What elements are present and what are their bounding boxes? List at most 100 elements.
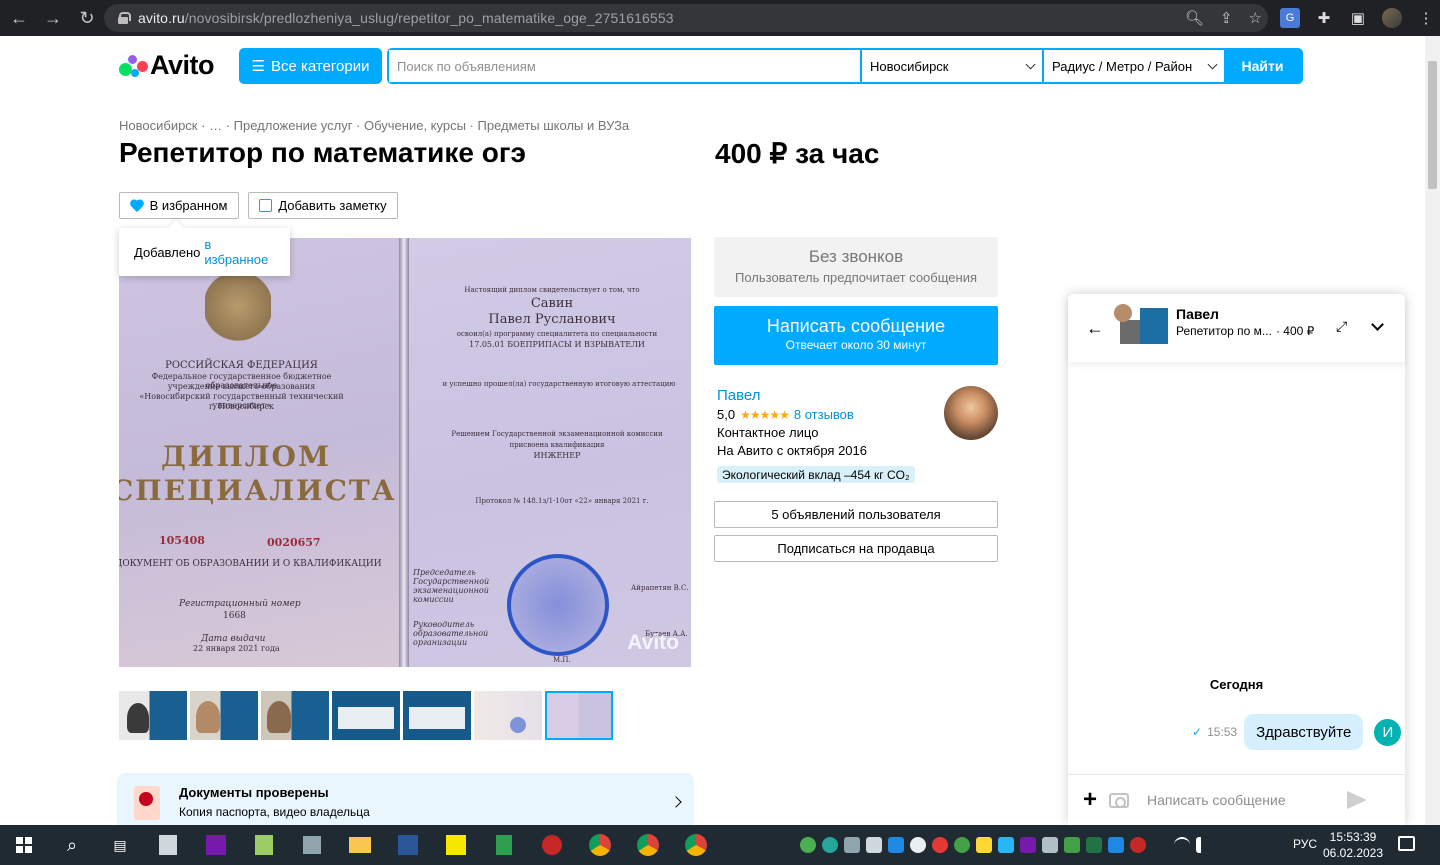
tray-icon[interactable] bbox=[998, 837, 1014, 853]
rating-value: 5,0 bbox=[717, 407, 736, 422]
folder-icon[interactable] bbox=[343, 828, 377, 862]
write-message-button[interactable]: Написать сообщение Отвечает около 30 мин… bbox=[714, 306, 998, 365]
sheets-icon[interactable] bbox=[487, 828, 521, 862]
chrome-icon[interactable] bbox=[679, 828, 713, 862]
message-input[interactable]: Написать сообщение bbox=[1147, 792, 1347, 808]
tray-icon[interactable] bbox=[932, 837, 948, 853]
chrome-icon[interactable] bbox=[631, 828, 665, 862]
avito-logo-dots bbox=[118, 53, 148, 79]
address-bar[interactable]: avito.ru/novosibirsk/predlozheniya_uslug… bbox=[104, 4, 1268, 32]
add-note-button[interactable]: Добавить заметку bbox=[248, 192, 398, 219]
reload-icon[interactable]: ↻ bbox=[72, 3, 102, 33]
seller-name-link[interactable]: Павел bbox=[717, 387, 761, 404]
onenote-icon[interactable] bbox=[199, 828, 233, 862]
thumbnail[interactable] bbox=[119, 691, 187, 740]
chrome-icon[interactable] bbox=[583, 828, 617, 862]
bookmark-star-icon[interactable]: ☆ bbox=[1249, 9, 1262, 27]
extensions-puzzle-icon[interactable]: ✚ bbox=[1314, 8, 1334, 28]
tray-icon[interactable] bbox=[888, 837, 904, 853]
thumbnail[interactable] bbox=[190, 691, 258, 740]
back-arrow-icon[interactable]: ← bbox=[4, 3, 34, 33]
subscribe-seller-button[interactable]: Подписаться на продавца bbox=[714, 535, 998, 562]
app-red-icon[interactable] bbox=[535, 828, 569, 862]
avito-logo[interactable]: Avito bbox=[118, 50, 215, 81]
notifications-icon[interactable] bbox=[1398, 836, 1415, 851]
sticky-notes-icon[interactable] bbox=[439, 828, 473, 862]
favorite-button[interactable]: В избранном bbox=[119, 192, 239, 219]
tray-icon[interactable] bbox=[844, 837, 860, 853]
forward-arrow-icon[interactable]: → bbox=[38, 3, 68, 33]
listing-main-photo[interactable]: РОССИЙСКАЯ ФЕДЕРАЦИЯ Федеральное государ… bbox=[119, 238, 691, 667]
plus-icon[interactable]: + bbox=[1083, 786, 1097, 814]
breadcrumb-item[interactable]: … bbox=[209, 118, 222, 133]
volume-icon[interactable] bbox=[1196, 837, 1212, 853]
language-indicator[interactable]: РУС bbox=[1293, 837, 1317, 851]
chevron-down-icon bbox=[1025, 59, 1036, 69]
side-panel-icon[interactable]: ▣ bbox=[1348, 8, 1368, 28]
find-button[interactable]: Найти bbox=[1224, 50, 1301, 82]
thumbnail[interactable] bbox=[403, 691, 471, 740]
send-icon[interactable] bbox=[1347, 791, 1368, 809]
wifi-icon[interactable] bbox=[1174, 837, 1190, 853]
radius-select[interactable]: Радиус / Метро / Район bbox=[1044, 50, 1224, 82]
windows-start-icon[interactable] bbox=[7, 828, 41, 862]
word-icon[interactable] bbox=[391, 828, 425, 862]
city-select[interactable]: Новосибирск bbox=[862, 50, 1044, 82]
app-icon[interactable] bbox=[295, 828, 329, 862]
breadcrumb-item[interactable]: Предложение услуг bbox=[234, 118, 353, 133]
chevron-down-icon bbox=[1207, 59, 1218, 69]
notepad-icon[interactable] bbox=[247, 828, 281, 862]
all-categories-label: Все категории bbox=[270, 57, 370, 75]
tray-icon[interactable] bbox=[1086, 837, 1102, 853]
clock-time: 15:53:39 bbox=[1329, 830, 1377, 844]
chevron-down-icon[interactable] bbox=[1371, 318, 1384, 331]
task-view-icon[interactable]: ▤ bbox=[103, 828, 137, 862]
tray-icon[interactable] bbox=[1064, 837, 1080, 853]
chevron-up-icon[interactable] bbox=[1152, 837, 1168, 853]
tray-icon[interactable] bbox=[1108, 837, 1124, 853]
menu-kebab-icon[interactable]: ⋮ bbox=[1416, 8, 1436, 28]
seller-ads-button[interactable]: 5 объявлений пользователя bbox=[714, 501, 998, 528]
photo-text: г. Новосибирск bbox=[209, 402, 274, 411]
thumbnail[interactable] bbox=[261, 691, 329, 740]
expand-icon[interactable]: ⤢ bbox=[1336, 318, 1347, 335]
tray-icon[interactable] bbox=[800, 837, 816, 853]
tray-icon[interactable] bbox=[910, 837, 926, 853]
tray-icon[interactable] bbox=[822, 837, 838, 853]
chat-date-divider: Сегодня bbox=[1209, 677, 1264, 692]
back-arrow-icon[interactable]: ← bbox=[1086, 318, 1104, 339]
search-input[interactable]: Поиск по объявлениям bbox=[389, 50, 862, 82]
tray-icon[interactable] bbox=[1020, 837, 1036, 853]
file-manager-icon[interactable] bbox=[151, 828, 185, 862]
camera-icon[interactable] bbox=[1109, 792, 1130, 808]
tray-icon[interactable] bbox=[866, 837, 882, 853]
reviews-link[interactable]: 8 отзывов bbox=[794, 407, 854, 422]
breadcrumb-item[interactable]: Новосибирск bbox=[119, 118, 198, 133]
thumbnail[interactable] bbox=[474, 691, 542, 740]
tray-icon[interactable] bbox=[1042, 837, 1058, 853]
tooltip-favorites-link[interactable]: в избранное bbox=[204, 237, 275, 267]
thumbnail[interactable] bbox=[332, 691, 400, 740]
eco-contribution-badge[interactable]: Экологический вклад –454 кг CO₂ bbox=[717, 466, 915, 483]
photo-text: 105408 bbox=[159, 534, 205, 547]
profile-avatar-icon[interactable] bbox=[1382, 8, 1402, 28]
clock[interactable]: 15:53:39 06.02.2023 bbox=[1320, 829, 1386, 861]
share-icon[interactable]: ⇪ bbox=[1220, 9, 1233, 27]
page-scrollbar[interactable] bbox=[1425, 36, 1440, 825]
breadcrumb-item[interactable]: Предметы школы и ВУЗа bbox=[478, 118, 630, 133]
scrollbar-thumb[interactable] bbox=[1428, 61, 1437, 189]
search-icon[interactable]: ⌕ bbox=[55, 828, 89, 862]
chat-listing-avatar[interactable] bbox=[1114, 304, 1168, 346]
breadcrumb-item[interactable]: Обучение, курсы bbox=[364, 118, 466, 133]
tray-icon[interactable] bbox=[954, 837, 970, 853]
all-categories-button[interactable]: ☰ Все категории bbox=[239, 48, 382, 84]
city-select-value: Новосибирск bbox=[870, 58, 949, 74]
tray-icon[interactable] bbox=[1130, 837, 1146, 853]
lock-icon bbox=[118, 12, 131, 24]
translate-extension-icon[interactable]: G bbox=[1280, 8, 1300, 28]
thumbnail-selected[interactable] bbox=[545, 691, 613, 740]
zoom-icon[interactable]: 🔍︎ bbox=[1185, 9, 1204, 27]
seller-avatar[interactable] bbox=[944, 386, 998, 440]
tray-icon[interactable] bbox=[976, 837, 992, 853]
documents-verified-banner[interactable]: Документы проверены Копия паспорта, виде… bbox=[117, 773, 694, 825]
